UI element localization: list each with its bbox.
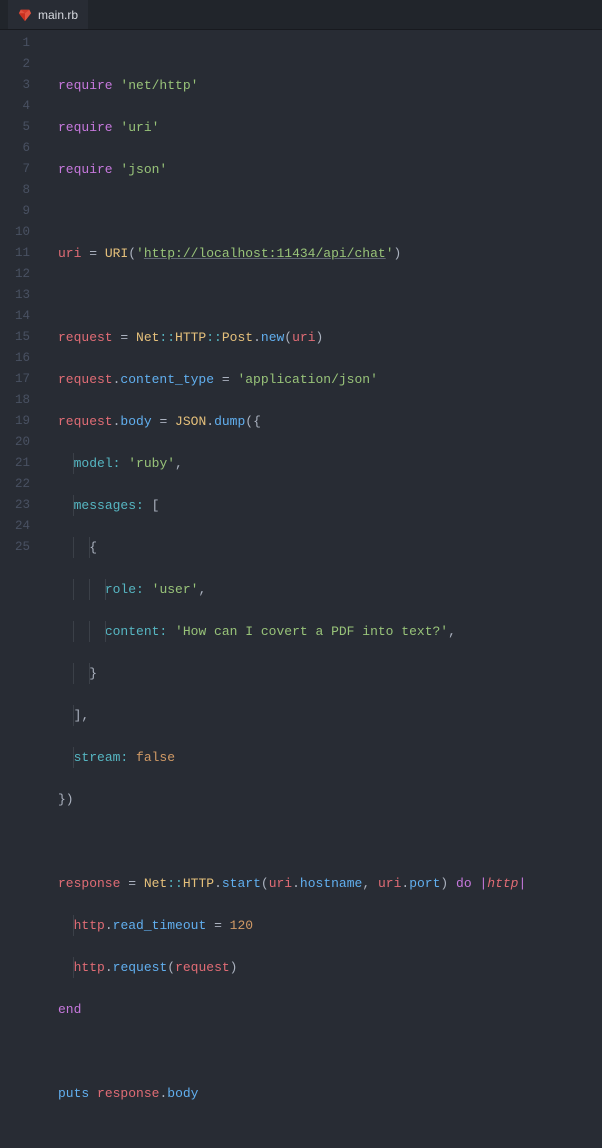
line-number: 21	[0, 453, 40, 474]
tab-label: main.rb	[38, 8, 78, 22]
line-number: 2	[0, 54, 40, 75]
line-number: 20	[0, 432, 40, 453]
line-number: 1	[0, 33, 40, 54]
line-number: 19	[0, 411, 40, 432]
line-number: 8	[0, 180, 40, 201]
line-number: 23	[0, 495, 40, 516]
ruby-icon	[18, 8, 32, 22]
tab-bar: main.rb	[0, 0, 602, 30]
line-number: 9	[0, 201, 40, 222]
line-number: 25	[0, 537, 40, 558]
line-number: 22	[0, 474, 40, 495]
line-number: 4	[0, 96, 40, 117]
line-number: 11	[0, 243, 40, 264]
line-number: 15	[0, 327, 40, 348]
line-number: 16	[0, 348, 40, 369]
tab-main-rb[interactable]: main.rb	[8, 0, 88, 29]
line-number: 17	[0, 369, 40, 390]
line-number: 24	[0, 516, 40, 537]
code-editor[interactable]: 1234567891011121314151617181920212223242…	[0, 30, 602, 574]
line-number: 6	[0, 138, 40, 159]
line-number: 3	[0, 75, 40, 96]
line-number: 10	[0, 222, 40, 243]
line-number-gutter: 1234567891011121314151617181920212223242…	[0, 30, 40, 574]
line-number: 7	[0, 159, 40, 180]
line-number: 14	[0, 306, 40, 327]
line-number: 12	[0, 264, 40, 285]
line-number: 5	[0, 117, 40, 138]
code-area[interactable]: require 'net/http' require 'uri' require…	[40, 30, 602, 574]
line-number: 18	[0, 390, 40, 411]
line-number: 13	[0, 285, 40, 306]
